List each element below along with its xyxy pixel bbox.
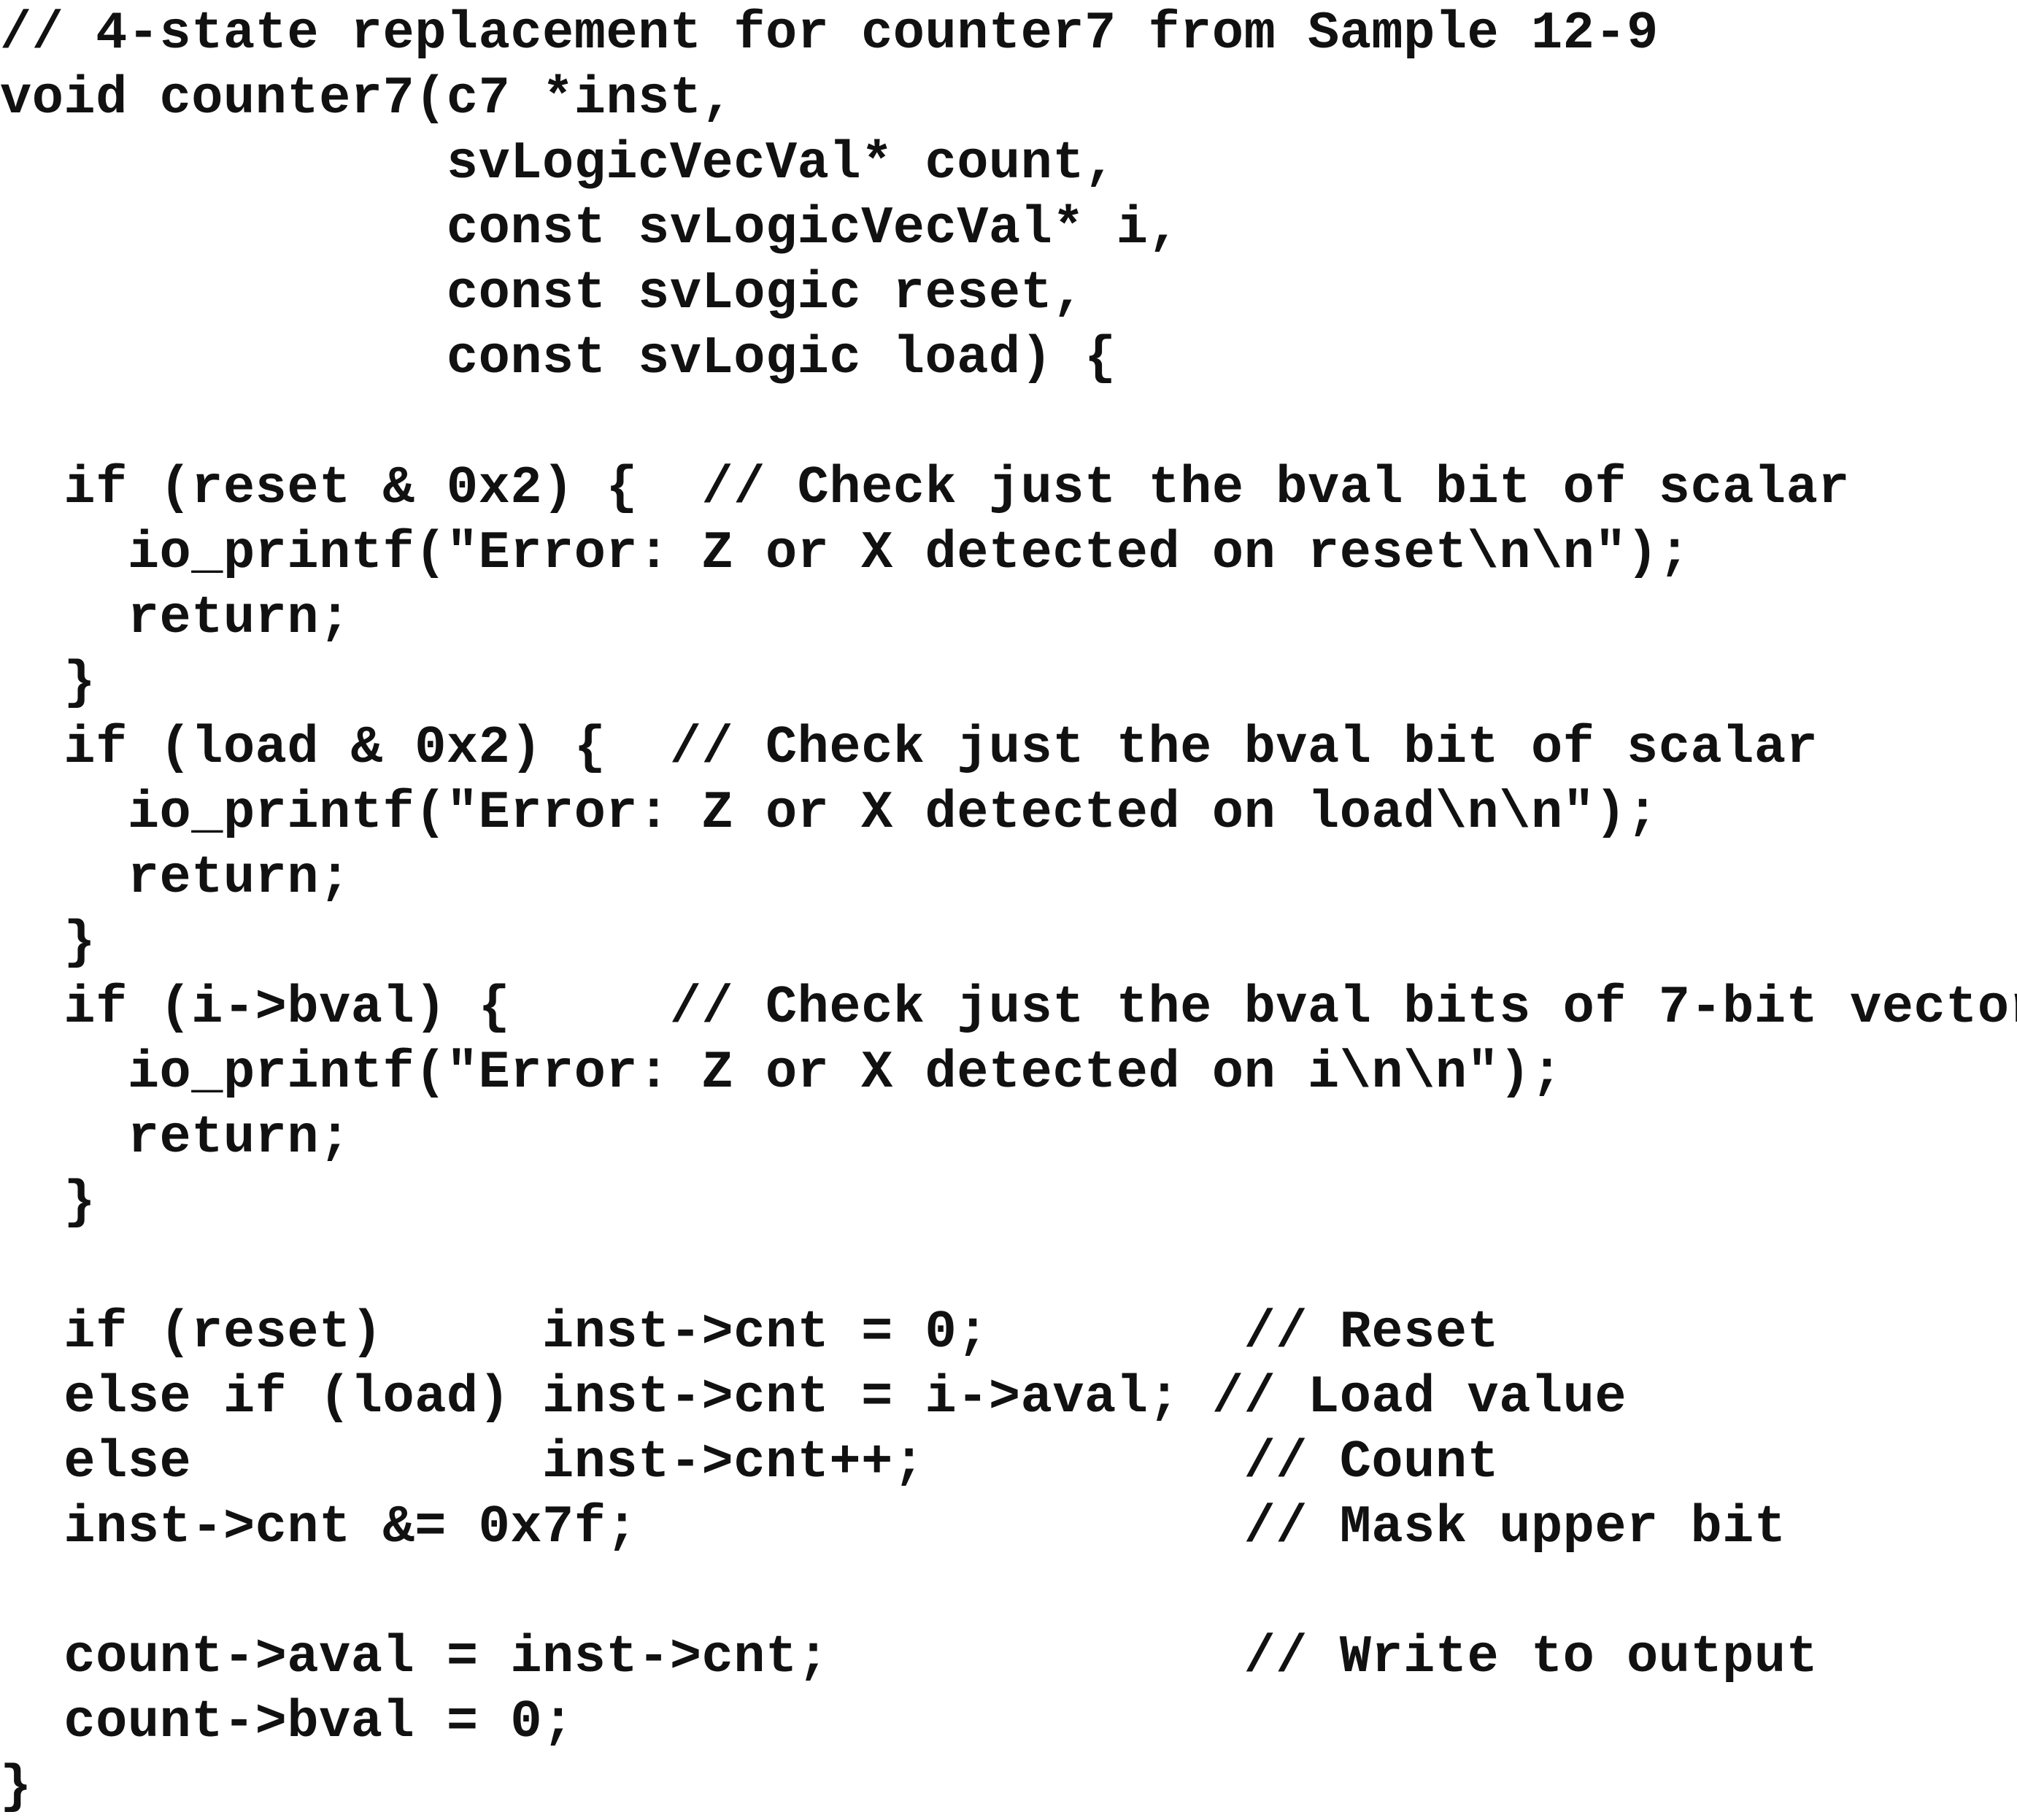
- code-line-27: count->bval = 0;: [0, 1692, 574, 1752]
- code-line-22: else if (load) inst->cnt = i->aval; // L…: [0, 1368, 1627, 1427]
- code-line-28: }: [0, 1757, 32, 1817]
- code-line-2: void counter7(c7 *inst,: [0, 69, 734, 128]
- code-line-6: const svLogic load) {: [0, 328, 1117, 388]
- code-line-8: if (reset & 0x2) { // Check just the bva…: [0, 458, 1851, 518]
- code-line-17: io_printf("Error: Z or X detected on i\n…: [0, 1043, 1563, 1103]
- code-line-24: inst->cnt &= 0x7f; // Mask upper bit: [0, 1497, 1786, 1557]
- code-line-23: else inst->cnt++; // Count: [0, 1433, 1500, 1492]
- code-line-1: // 4-state replacement for counter7 from…: [0, 4, 1659, 63]
- code-line-13: io_printf("Error: Z or X detected on loa…: [0, 783, 1659, 843]
- code-line-16: if (i->bval) { // Check just the bval bi…: [0, 978, 2017, 1038]
- code-line-12: if (load & 0x2) { // Check just the bval…: [0, 718, 1819, 778]
- code-line-21: if (reset) inst->cnt = 0; // Reset: [0, 1303, 1500, 1362]
- code-line-10: return;: [0, 588, 351, 648]
- code-line-9: io_printf("Error: Z or X detected on res…: [0, 523, 1691, 583]
- code-line-5: const svLogic reset,: [0, 263, 1085, 323]
- code-line-14: return;: [0, 848, 351, 908]
- code-line-11: }: [0, 653, 96, 713]
- code-line-26: count->aval = inst->cnt; // Write to out…: [0, 1627, 1819, 1687]
- code-line-3: svLogicVecVal* count,: [0, 134, 1117, 193]
- code-line-15: }: [0, 913, 96, 973]
- code-line-18: return;: [0, 1108, 351, 1168]
- code-listing: // 4-state replacement for counter7 from…: [0, 0, 2017, 1817]
- code-line-19: }: [0, 1173, 96, 1233]
- code-line-4: const svLogicVecVal* i,: [0, 198, 1181, 258]
